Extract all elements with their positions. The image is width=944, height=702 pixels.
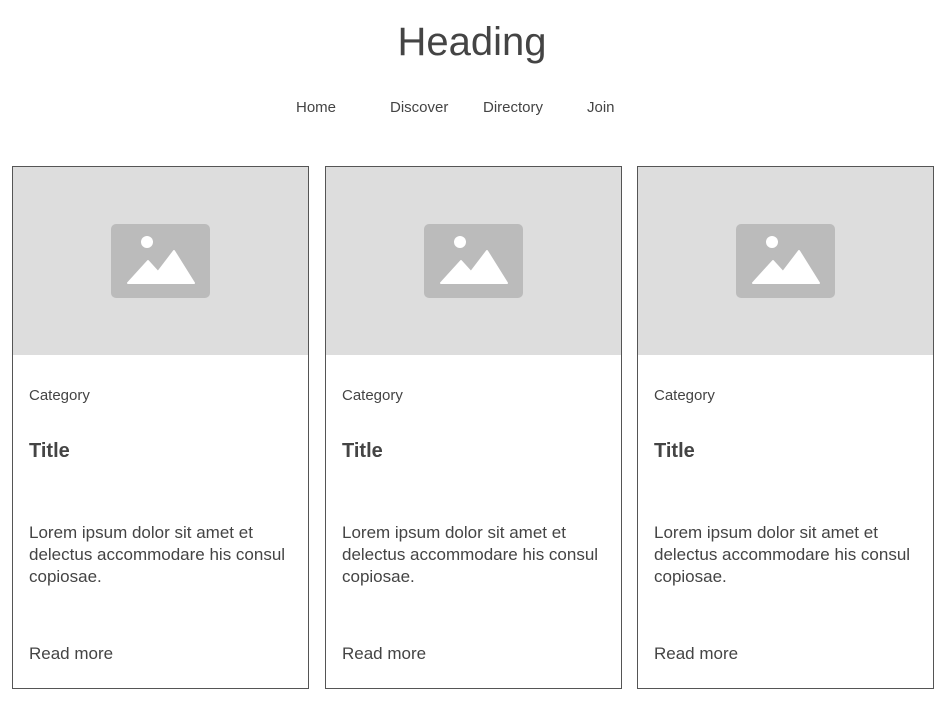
card-body: Lorem ipsum dolor sit amet et delectus a… xyxy=(654,523,911,586)
main-nav: Home Discover Directory Join xyxy=(0,98,944,118)
card-title: Title xyxy=(654,440,695,462)
nav-item-join[interactable]: Join xyxy=(587,98,615,118)
read-more-link[interactable]: Read more xyxy=(29,643,113,665)
card: Category Title Lorem ipsum dolor sit ame… xyxy=(325,166,622,689)
card-category: Category xyxy=(654,387,715,404)
page-heading: Heading xyxy=(397,20,547,64)
card-image xyxy=(638,167,933,355)
read-more-link[interactable]: Read more xyxy=(654,643,738,665)
card-category: Category xyxy=(29,387,90,404)
card: Category Title Lorem ipsum dolor sit ame… xyxy=(12,166,309,689)
card-body: Lorem ipsum dolor sit amet et delectus a… xyxy=(342,523,599,586)
card-image xyxy=(13,167,308,355)
image-placeholder-icon xyxy=(111,224,210,298)
card-body: Lorem ipsum dolor sit amet et delectus a… xyxy=(29,523,286,586)
image-placeholder-icon xyxy=(424,224,523,298)
card-title: Title xyxy=(29,440,70,462)
nav-item-discover[interactable]: Discover xyxy=(390,98,448,118)
nav-item-home[interactable]: Home xyxy=(296,98,336,118)
nav-item-directory[interactable]: Directory xyxy=(483,98,543,118)
image-placeholder-icon xyxy=(736,224,835,298)
card-category: Category xyxy=(342,387,403,404)
read-more-link[interactable]: Read more xyxy=(342,643,426,665)
card: Category Title Lorem ipsum dolor sit ame… xyxy=(637,166,934,689)
card-title: Title xyxy=(342,440,383,462)
card-image xyxy=(326,167,621,355)
